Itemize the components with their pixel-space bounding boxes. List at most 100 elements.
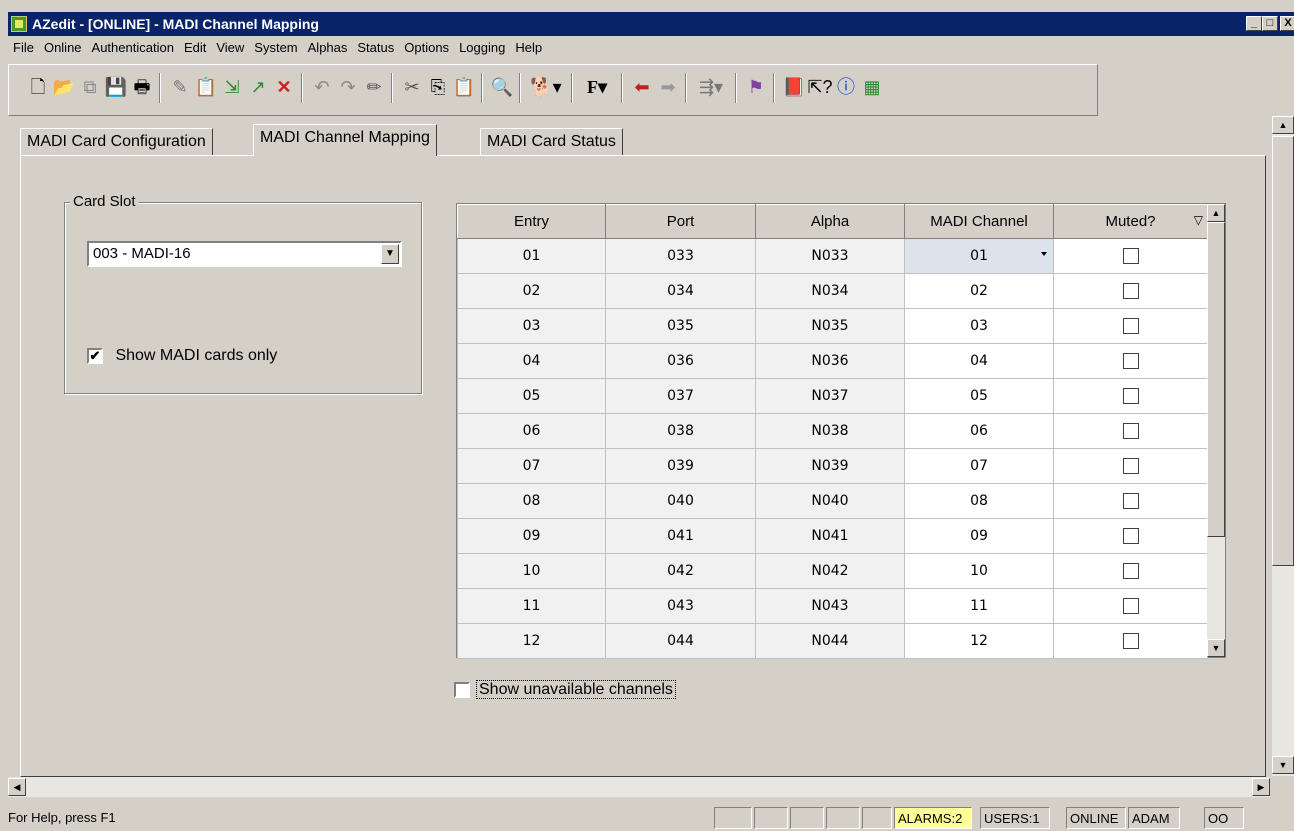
madi-channel-cell[interactable]: 05: [904, 378, 1054, 414]
column-header-entry[interactable]: Entry: [457, 204, 606, 239]
scroll-up-icon[interactable]: ▲: [1207, 204, 1225, 222]
show-madi-only-option[interactable]: ✔ Show MADI cards only: [87, 347, 277, 365]
menu-authentication[interactable]: Authentication: [87, 36, 179, 60]
muted-checkbox[interactable]: [1122, 458, 1139, 474]
main-scroll-up-icon[interactable]: ▲: [1272, 116, 1294, 134]
madi-channel-cell[interactable]: 02: [904, 273, 1054, 309]
muted-checkbox[interactable]: [1122, 283, 1139, 299]
column-header-muted[interactable]: Muted? ▽: [1053, 204, 1208, 239]
chevron-down-icon[interactable]: ▼: [381, 244, 399, 264]
scroll-right-icon[interactable]: ▶: [1252, 778, 1270, 796]
left-arrow-icon[interactable]: ⬅: [629, 74, 655, 100]
minimize-button[interactable]: _: [1246, 16, 1262, 31]
maximize-button[interactable]: □: [1262, 16, 1278, 31]
wrench-icon[interactable]: ✎: [167, 74, 193, 100]
table-row[interactable]: 09 041 N041 09: [457, 518, 1208, 554]
delete-icon[interactable]: ✕: [271, 74, 297, 100]
alarms-badge[interactable]: ALARMS:2: [894, 807, 972, 829]
tab-madi-card-status[interactable]: MADI Card Status: [480, 128, 623, 156]
upload-icon[interactable]: ↗: [245, 74, 271, 100]
card-slot-dropdown[interactable]: 003 - MADI-16 ▼: [87, 241, 402, 267]
paste2-icon[interactable]: 📋: [451, 74, 477, 100]
muted-checkbox[interactable]: [1122, 528, 1139, 544]
info-icon[interactable]: ⓘ: [833, 74, 859, 100]
show-madi-only-checkbox[interactable]: ✔: [87, 347, 103, 364]
menu-help[interactable]: Help: [510, 36, 547, 60]
tab-madi-card-configuration[interactable]: MADI Card Configuration: [20, 128, 213, 156]
filter-icon[interactable]: ▽: [1194, 213, 1203, 227]
tab-madi-channel-mapping[interactable]: MADI Channel Mapping: [253, 124, 437, 156]
main-scroll-down-icon[interactable]: ▼: [1272, 756, 1294, 774]
print-icon[interactable]: 🖶: [129, 74, 155, 100]
muted-checkbox[interactable]: [1122, 633, 1139, 649]
muted-checkbox[interactable]: [1122, 563, 1139, 579]
muted-checkbox[interactable]: [1122, 423, 1139, 439]
undo-icon[interactable]: ↶: [309, 74, 335, 100]
font-icon[interactable]: F▾: [579, 74, 615, 100]
muted-checkbox[interactable]: [1122, 598, 1139, 614]
menu-online[interactable]: Online: [39, 36, 87, 60]
madi-channel-cell[interactable]: 08: [904, 483, 1054, 519]
dog-icon[interactable]: 🐕▾: [527, 74, 565, 100]
madi-channel-cell[interactable]: 03: [904, 308, 1054, 344]
column-header-alpha[interactable]: Alpha: [755, 204, 905, 239]
muted-checkbox[interactable]: [1122, 493, 1139, 509]
menu-edit[interactable]: Edit: [179, 36, 211, 60]
grid-scroll-thumb[interactable]: [1207, 222, 1225, 537]
table-row[interactable]: 08 040 N040 08: [457, 483, 1208, 519]
column-header-madi-channel[interactable]: MADI Channel: [904, 204, 1054, 239]
madi-channel-cell[interactable]: 04: [904, 343, 1054, 379]
show-unavailable-option[interactable]: Show unavailable channels: [454, 680, 676, 699]
find-icon[interactable]: 🔍: [489, 74, 515, 100]
scroll-left-icon[interactable]: ◀: [8, 778, 26, 796]
table-row[interactable]: 12 044 N044 12: [457, 623, 1208, 659]
pencil-icon[interactable]: ✏: [361, 74, 387, 100]
menu-logging[interactable]: Logging: [454, 36, 510, 60]
table-row[interactable]: 02 034 N034 02: [457, 273, 1208, 309]
table-row[interactable]: 06 038 N038 06: [457, 413, 1208, 449]
table-row[interactable]: 10 042 N042 10: [457, 553, 1208, 589]
usb-icon[interactable]: ⇶▾: [693, 74, 729, 100]
title-bar[interactable]: AZedit - [ONLINE] - MADI Channel Mapping…: [8, 12, 1294, 36]
book-icon[interactable]: 📕: [781, 74, 807, 100]
menu-status[interactable]: Status: [352, 36, 399, 60]
madi-channel-cell[interactable]: 12: [904, 623, 1054, 659]
muted-checkbox[interactable]: [1122, 248, 1139, 264]
muted-checkbox[interactable]: [1122, 318, 1139, 334]
flag-icon[interactable]: ⚑: [743, 74, 769, 100]
table-row[interactable]: 05 037 N037 05: [457, 378, 1208, 414]
madi-channel-cell[interactable]: 07: [904, 448, 1054, 484]
show-unavailable-checkbox[interactable]: [454, 681, 470, 698]
open-icon[interactable]: 📂: [51, 74, 77, 100]
madi-channel-cell[interactable]: 10: [904, 553, 1054, 589]
madi-channel-cell[interactable]: 11: [904, 588, 1054, 624]
menu-alphas[interactable]: Alphas: [303, 36, 353, 60]
help-cursor-icon[interactable]: ⇱?: [807, 74, 833, 100]
chevron-down-icon[interactable]: [1041, 252, 1047, 256]
copy-icon[interactable]: ⧉: [77, 74, 103, 100]
close-button[interactable]: X: [1280, 16, 1294, 31]
madi-channel-cell[interactable]: 09: [904, 518, 1054, 554]
copy2-icon[interactable]: ⎘: [425, 74, 451, 100]
column-header-port[interactable]: Port: [605, 204, 756, 239]
table-row[interactable]: 01 033 N033 01: [457, 238, 1208, 274]
table-row[interactable]: 03 035 N035 03: [457, 308, 1208, 344]
muted-checkbox[interactable]: [1122, 388, 1139, 404]
menu-system[interactable]: System: [249, 36, 302, 60]
cut-icon[interactable]: ✂: [399, 74, 425, 100]
grid-icon[interactable]: ▦: [859, 74, 885, 100]
main-scroll-thumb[interactable]: [1272, 136, 1294, 566]
redo-icon[interactable]: ↷: [335, 74, 361, 100]
new-icon[interactable]: 🗋: [25, 74, 51, 100]
app-icon[interactable]: [11, 16, 27, 32]
madi-channel-cell[interactable]: 06: [904, 413, 1054, 449]
menu-view[interactable]: View: [211, 36, 249, 60]
main-vertical-scrollbar[interactable]: ▲ ▼: [1272, 116, 1294, 776]
download-icon[interactable]: ⇲: [219, 74, 245, 100]
paste-icon[interactable]: 📋: [193, 74, 219, 100]
menu-file[interactable]: File: [8, 36, 39, 60]
right-arrow-icon[interactable]: ➡: [655, 74, 681, 100]
menu-options[interactable]: Options: [399, 36, 454, 60]
table-row[interactable]: 11 043 N043 11: [457, 588, 1208, 624]
table-row[interactable]: 07 039 N039 07: [457, 448, 1208, 484]
